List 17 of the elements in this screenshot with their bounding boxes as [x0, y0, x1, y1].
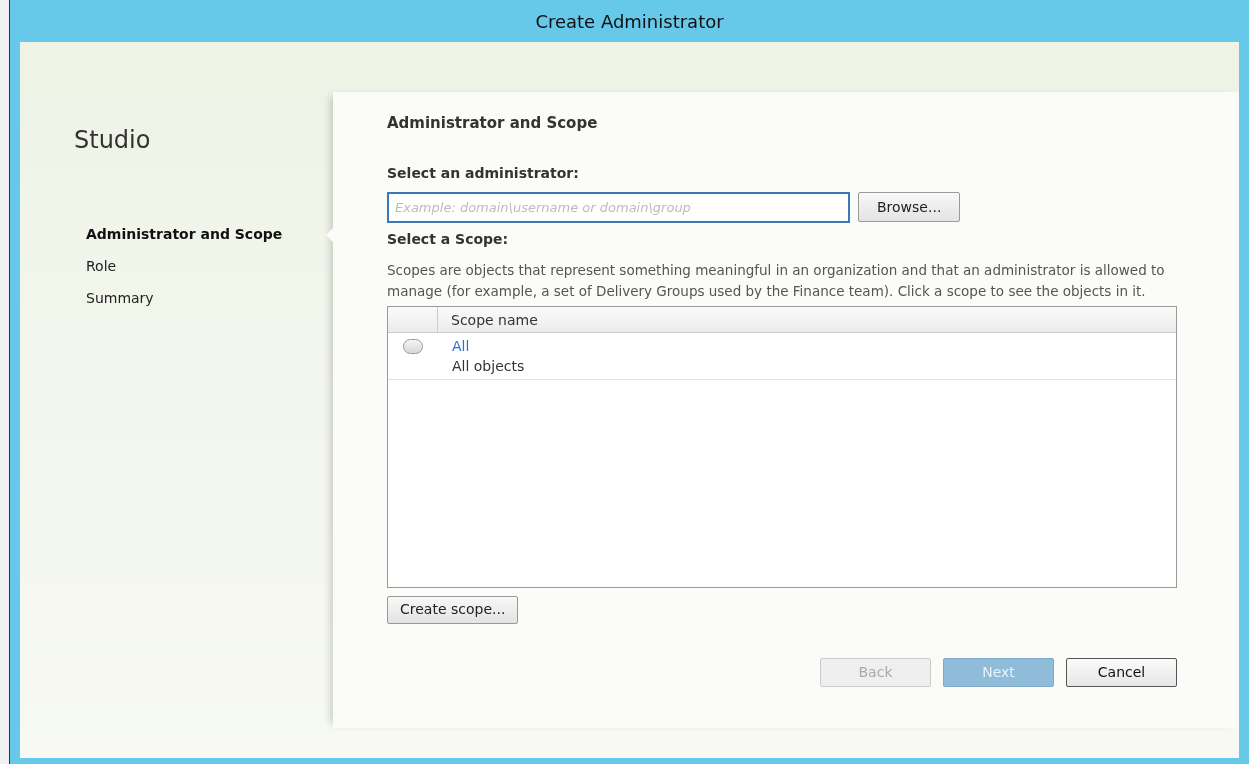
sidebar-title: Studio — [74, 125, 152, 156]
field-label: Select an administrator: — [387, 163, 580, 183]
field-label: Select a Scope: — [387, 229, 510, 249]
browse-button[interactable]: Browse... — [858, 192, 961, 222]
create-scope-button[interactable]: Create scope... — [387, 595, 519, 624]
radio-button[interactable] — [403, 338, 423, 354]
page-heading: Administrator and Scope — [387, 113, 599, 134]
scope-description: Scopes are objects that represent something meaningful in an organization and that an administrator is allowed to manage (for example, a set of Delivery Groups used by the Finance team). Click a scope to see the objects in it. — [387, 260, 1166, 301]
step-item[interactable]: Role — [86, 255, 117, 277]
step-item[interactable]: Administrator and Scope — [86, 223, 283, 245]
administrator-input-field[interactable]: Example: domain\username or domain\group — [387, 191, 850, 223]
wizard-button[interactable]: Cancel — [1066, 657, 1177, 687]
scope-description-cell-text: All objects — [452, 356, 525, 376]
scope-name-link[interactable]: All — [452, 335, 525, 356]
column-header[interactable]: Scope name — [438, 306, 538, 332]
step-item[interactable]: Summary — [86, 287, 154, 309]
window-title: Create Administrator — [535, 9, 724, 34]
